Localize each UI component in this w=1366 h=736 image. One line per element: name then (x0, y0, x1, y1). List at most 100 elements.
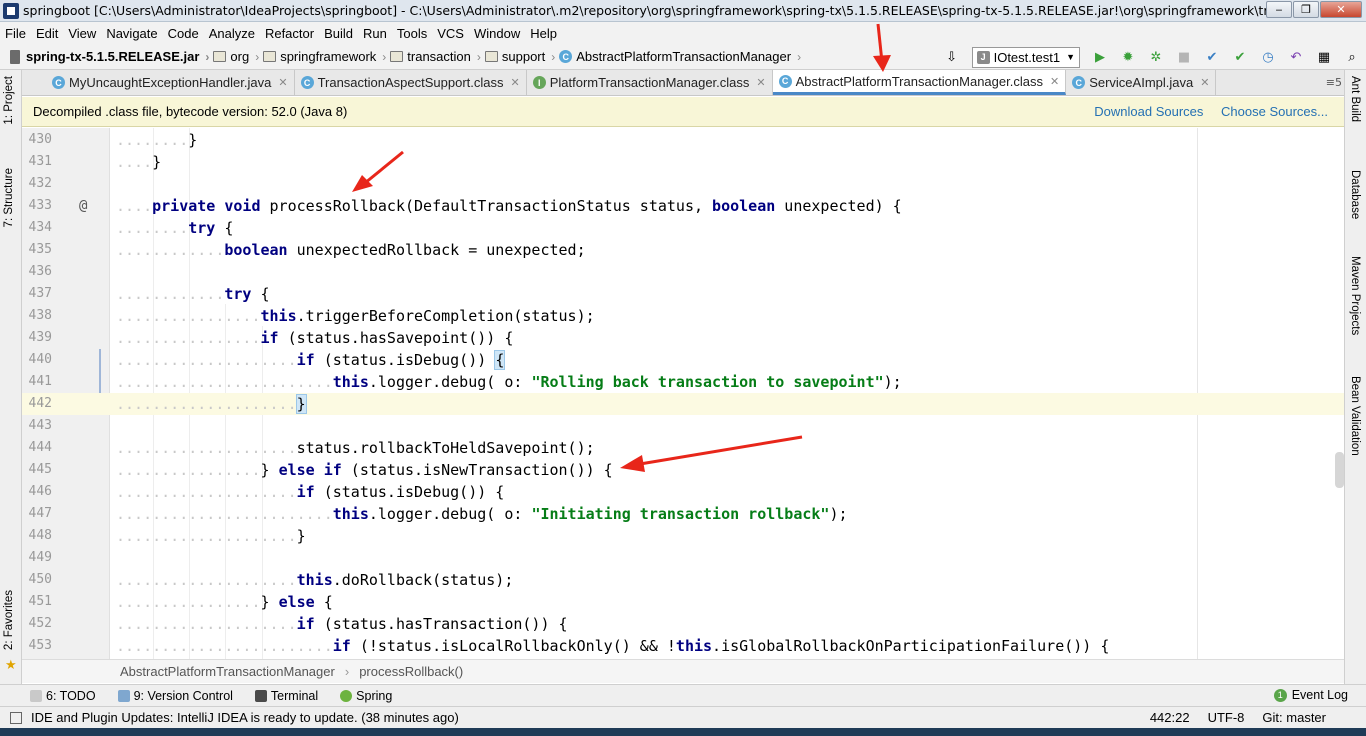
coverage-button[interactable]: ✲ (1145, 47, 1167, 67)
tab-overflow-button[interactable]: ≡5 (1326, 76, 1342, 89)
tab-transaction-aspect-support[interactable]: C TransactionAspectSupport.class ✕ (294, 70, 527, 95)
menu-view[interactable]: View (63, 26, 101, 41)
vertical-scrollbar-thumb[interactable] (1335, 452, 1344, 488)
close-icon[interactable]: ✕ (1050, 75, 1059, 88)
junit-icon: J (976, 50, 990, 64)
code-line[interactable]: 450 ....................this.doRollback(s… (22, 569, 1344, 591)
nav-crumb-label: org (230, 49, 250, 64)
code-line[interactable]: 437 ............try { (22, 283, 1344, 305)
nav-crumb-jar[interactable]: spring-tx-5.1.5.RELEASE.jar › (10, 49, 209, 64)
todo-tool-button[interactable]: 6: TODO (30, 689, 96, 703)
tab-service-a-impl[interactable]: C ServiceAImpl.java ✕ (1066, 70, 1217, 95)
maximize-button[interactable]: ❐ (1293, 1, 1319, 18)
vcs-commit-icon[interactable]: ✔ (1229, 47, 1251, 67)
code-line[interactable]: 435 ............boolean unexpectedRollbac… (22, 239, 1344, 261)
override-marker-icon[interactable]: @ (79, 195, 87, 217)
code-line[interactable]: 452 ....................if (status.hasTra… (22, 613, 1344, 635)
choose-sources-link[interactable]: Choose Sources... (1221, 104, 1328, 119)
git-branch[interactable]: Git: master (1262, 710, 1326, 725)
code-line[interactable]: 446 ....................if (status.isDebu… (22, 481, 1344, 503)
structure-tool-tab[interactable]: 7: Structure (3, 168, 15, 227)
code-line[interactable]: 448....................} (22, 525, 1344, 547)
left-tool-strip: 1: Project 7: Structure 2: Favorites ★ (0, 70, 22, 684)
search-icon[interactable]: ⌕ (1341, 47, 1363, 67)
tab-my-uncaught-exception-handler[interactable]: C MyUncaughtExceptionHandler.java ✕ (22, 70, 295, 95)
caret-position[interactable]: 442:22 (1150, 710, 1190, 725)
code-line[interactable]: 447 ........................this.logger.d… (22, 503, 1344, 525)
tab-platform-transaction-manager[interactable]: I PlatformTransactionManager.class ✕ (526, 70, 773, 95)
menu-refactor[interactable]: Refactor (260, 26, 319, 41)
menu-tools[interactable]: Tools (392, 26, 432, 41)
menu-code[interactable]: Code (163, 26, 204, 41)
menu-vcs[interactable]: VCS (432, 26, 469, 41)
version-control-tool-button[interactable]: 9: Version Control (117, 689, 233, 703)
code-line[interactable]: 434 ........try { (22, 217, 1344, 239)
sort-icon[interactable]: ⇩ (941, 47, 963, 67)
menu-navigate[interactable]: Navigate (101, 26, 162, 41)
code-line[interactable]: 441 ........................this.logger.d… (22, 371, 1344, 393)
run-button[interactable]: ▶ (1089, 47, 1111, 67)
run-config-select[interactable]: J IOtest.test1 ▼ (971, 46, 1080, 68)
ant-build-tool-tab[interactable]: Ant Build (1349, 76, 1361, 122)
minimize-button[interactable]: ‒ (1266, 1, 1292, 18)
vcs-update-icon[interactable]: ✔ (1201, 47, 1223, 67)
menu-build[interactable]: Build (319, 26, 358, 41)
close-icon[interactable]: ✕ (756, 76, 765, 89)
close-icon[interactable]: ✕ (1200, 76, 1209, 89)
project-structure-icon[interactable]: ▦ (1313, 47, 1335, 67)
tool-windows-toggle-icon[interactable] (10, 711, 22, 724)
revert-icon[interactable]: ↶ (1285, 47, 1307, 67)
line-code: ....................if (status.isDebug()… (116, 350, 506, 370)
spring-tool-button[interactable]: Spring (340, 689, 392, 703)
menu-help[interactable]: Help (525, 26, 562, 41)
close-icon[interactable]: ✕ (278, 76, 287, 89)
code-line[interactable]: 442....................} (22, 393, 1344, 415)
menu-analyze[interactable]: Analyze (204, 26, 260, 41)
database-tool-tab[interactable]: Database (1349, 170, 1361, 219)
stop-button[interactable]: ■ (1173, 47, 1195, 67)
tab-abstract-platform-transaction-manager[interactable]: C AbstractPlatformTransactionManager.cla… (772, 70, 1067, 95)
code-line[interactable]: 445 ................} else if (status.isN… (22, 459, 1344, 481)
download-sources-link[interactable]: Download Sources (1094, 104, 1203, 119)
code-editor[interactable]: 430........} 431....} 432 433 @ ....private v… (22, 128, 1344, 659)
code-line[interactable]: 451 ................} else { (22, 591, 1344, 613)
code-line[interactable]: 440 ....................if (status.isDebu… (22, 349, 1344, 371)
project-tool-tab[interactable]: 1: Project (3, 76, 15, 125)
code-line[interactable]: 433 @ ....private void processRollback(Def… (22, 195, 1344, 217)
breadcrumb-method[interactable]: processRollback() (359, 664, 463, 679)
nav-crumb-class[interactable]: C AbstractPlatformTransactionManager › (559, 49, 801, 64)
favorites-tool-tab[interactable]: 2: Favorites (3, 590, 15, 650)
code-line[interactable]: 438 ................this.triggerBeforeCom… (22, 305, 1344, 327)
nav-crumb-support[interactable]: support › (484, 49, 555, 64)
status-message[interactable]: IDE and Plugin Updates: IntelliJ IDEA is… (31, 710, 459, 725)
code-lines: 430........} 431....} 432 433 @ ....private v… (22, 129, 1344, 657)
event-log-button[interactable]: 1 Event Log (1273, 688, 1348, 702)
line-code: ....................this.doRollback(stat… (116, 571, 514, 589)
menu-run[interactable]: Run (358, 26, 392, 41)
breadcrumb-class[interactable]: AbstractPlatformTransactionManager (120, 664, 335, 679)
code-line[interactable]: 436 (22, 261, 1344, 283)
code-line[interactable]: 453 ........................if (!status.i… (22, 635, 1344, 657)
vcs-history-icon[interactable]: ◷ (1257, 47, 1279, 67)
bean-validation-tool-tab[interactable]: Bean Validation (1349, 376, 1361, 456)
maven-tool-tab[interactable]: Maven Projects (1349, 256, 1361, 335)
terminal-tool-button[interactable]: Terminal (254, 689, 318, 703)
debug-button[interactable]: ✹ (1117, 47, 1139, 67)
close-icon[interactable]: ✕ (511, 76, 520, 89)
nav-crumb-springframework[interactable]: springframework › (263, 49, 386, 64)
code-line[interactable]: 444 ....................status.rollbackTo… (22, 437, 1344, 459)
code-line[interactable]: 443 (22, 415, 1344, 437)
menu-file[interactable]: File (0, 26, 31, 41)
code-line[interactable]: 439 ................if (status.hasSavepoi… (22, 327, 1344, 349)
code-line[interactable]: 431....} (22, 151, 1344, 173)
code-line[interactable]: 449 (22, 547, 1344, 569)
line-number: 447 (28, 506, 52, 521)
nav-crumb-transaction[interactable]: transaction › (390, 49, 481, 64)
menu-window[interactable]: Window (469, 26, 525, 41)
nav-crumb-org[interactable]: org › (213, 49, 259, 64)
file-encoding[interactable]: UTF-8 (1208, 710, 1245, 725)
menu-edit[interactable]: Edit (31, 26, 63, 41)
close-button[interactable]: ✕ (1320, 1, 1362, 18)
code-line[interactable]: 430........} (22, 129, 1344, 151)
code-line[interactable]: 432 (22, 173, 1344, 195)
